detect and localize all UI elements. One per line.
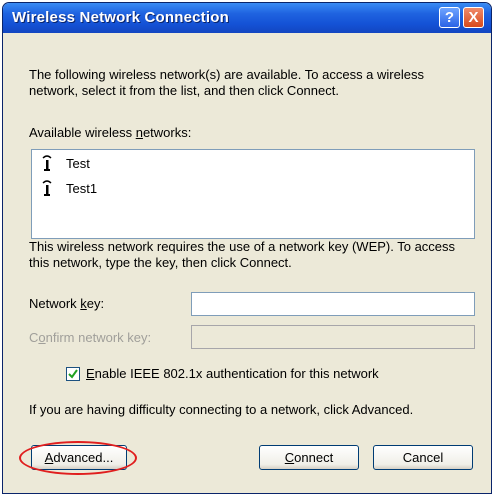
window-title: Wireless Network Connection [12, 9, 229, 26]
ieee-8021x-label[interactable]: Enable IEEE 802.1x authentication for th… [86, 366, 379, 382]
intro-text: The following wireless network(s) are av… [29, 67, 424, 98]
network-name: Test [66, 155, 90, 171]
available-networks-list[interactable]: Test Test1 [31, 149, 475, 239]
title-bar[interactable]: Wireless Network Connection ? X [3, 3, 491, 33]
help-button[interactable]: ? [439, 7, 460, 28]
confirm-network-key-input[interactable] [191, 325, 475, 349]
available-networks-label: Available wireless networks: [29, 125, 192, 140]
wep-info-text: This wireless network requires the use o… [29, 239, 456, 270]
connect-button[interactable]: Connect [259, 445, 359, 470]
cancel-button[interactable]: Cancel [373, 445, 473, 470]
network-key-input[interactable] [191, 292, 475, 316]
wireless-network-connection-dialog: Wireless Network Connection ? X The foll… [2, 2, 492, 494]
dialog-content: The following wireless network(s) are av… [3, 33, 491, 493]
list-item[interactable]: Test [40, 154, 90, 172]
wireless-network-icon [42, 180, 52, 196]
difficulty-text: If you are having difficulty connecting … [29, 402, 414, 417]
checkmark-icon [68, 369, 78, 379]
highlight-annotation [19, 441, 137, 475]
list-item[interactable]: Test1 [40, 179, 97, 197]
wireless-network-icon [42, 155, 52, 171]
network-key-label: Network key: [29, 296, 105, 311]
ieee-8021x-checkbox[interactable] [66, 367, 80, 381]
close-button[interactable]: X [463, 7, 484, 28]
network-name: Test1 [66, 180, 98, 196]
confirm-network-key-label: Confirm network key: [29, 330, 152, 345]
